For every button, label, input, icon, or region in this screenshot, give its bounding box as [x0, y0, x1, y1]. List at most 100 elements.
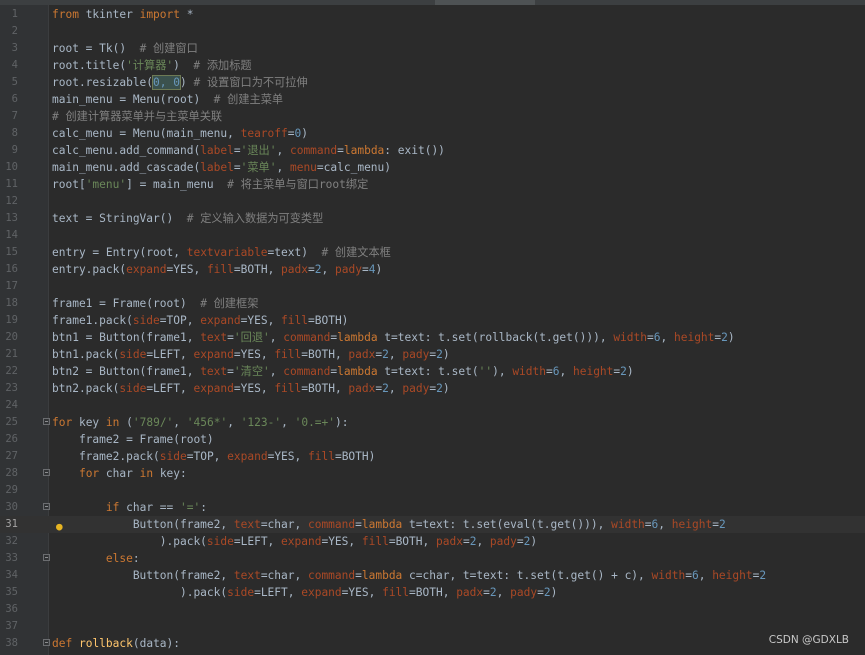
- line-number: 14: [5, 229, 18, 241]
- code-editor[interactable]: 1 from tkinter import * 2 3 root = Tk() # 创建…: [0, 6, 865, 652]
- parameter-token: width: [651, 569, 686, 582]
- code-text[interactable]: ).pack(side=LEFT, expand=YES, fill=BOTH,…: [52, 584, 557, 601]
- code-line[interactable]: 5 root.resizable(0, 0) # 设置窗口为不可拉伸: [0, 74, 865, 91]
- keyword-token: def: [52, 637, 73, 650]
- code-text[interactable]: btn1 = Button(frame1, text='回退', command…: [52, 329, 735, 346]
- code-text[interactable]: from tkinter import *: [52, 6, 193, 23]
- code-text[interactable]: # 创建计算器菜单并与主菜单关联: [52, 108, 222, 125]
- code-text[interactable]: Button(frame2, text=char, command=lambda…: [52, 516, 726, 533]
- code-line[interactable]: 2: [0, 23, 865, 40]
- fold-marker-icon[interactable]: [43, 469, 50, 476]
- fold-marker-icon[interactable]: [43, 418, 50, 425]
- code-text[interactable]: else:: [52, 550, 140, 567]
- parameter-token: expand: [126, 263, 167, 276]
- fold-marker-icon[interactable]: [43, 554, 50, 561]
- parameter-token: width: [613, 331, 647, 344]
- code-token: =: [483, 586, 490, 599]
- code-line[interactable]: 27 frame2.pack(side=TOP, expand=YES, fil…: [0, 448, 865, 465]
- code-line[interactable]: 15 entry = Entry(root, textvariable=text)…: [0, 244, 865, 261]
- code-text[interactable]: text = StringVar() # 定义输入数据为可变类型: [52, 210, 323, 227]
- code-line[interactable]: 19 frame1.pack(side=TOP, expand=YES, fill…: [0, 312, 865, 329]
- code-text[interactable]: root.title('计算器') # 添加标题: [52, 57, 252, 74]
- code-text[interactable]: btn2 = Button(frame1, text='清空', command…: [52, 363, 634, 380]
- editor-tab-strip[interactable]: [0, 0, 865, 5]
- code-line[interactable]: 37: [0, 618, 865, 635]
- code-line[interactable]: 18 frame1 = Frame(root) # 创建框架: [0, 295, 865, 312]
- editor-tab-active[interactable]: [435, 0, 535, 5]
- code-line[interactable]: 28 for char in key:: [0, 465, 865, 482]
- code-text[interactable]: root.resizable(0, 0) # 设置窗口为不可拉伸: [52, 74, 308, 91]
- line-number: 35: [5, 586, 18, 598]
- code-line[interactable]: 31 ● Button(frame2, text=char, command=la…: [0, 516, 865, 533]
- code-text[interactable]: Button(frame2, text=char, command=lambda…: [52, 567, 766, 584]
- parameter-token: height: [673, 331, 715, 344]
- code-line[interactable]: 11 root['menu'] = main_menu # 将主菜单与窗口root…: [0, 176, 865, 193]
- code-line[interactable]: 23 btn2.pack(side=LEFT, expand=YES, fill=…: [0, 380, 865, 397]
- code-line[interactable]: 10 main_menu.add_cascade(label='菜单', menu…: [0, 159, 865, 176]
- code-line[interactable]: 13 text = StringVar() # 定义输入数据为可变类型: [0, 210, 865, 227]
- code-line[interactable]: 14: [0, 227, 865, 244]
- code-text[interactable]: btn1.pack(side=LEFT, expand=YES, fill=BO…: [52, 346, 450, 363]
- parameter-token: command: [283, 331, 331, 344]
- code-line[interactable]: 6 main_menu = Menu(root) # 创建主菜单: [0, 91, 865, 108]
- code-line[interactable]: 34 Button(frame2, text=char, command=lam…: [0, 567, 865, 584]
- code-text[interactable]: frame1 = Frame(root) # 创建框架: [52, 295, 258, 312]
- code-line[interactable]: 24: [0, 397, 865, 414]
- keyword-token: lambda: [361, 569, 403, 582]
- code-token: ,: [227, 416, 241, 429]
- code-line[interactable]: 22 btn2 = Button(frame1, text='清空', comma…: [0, 363, 865, 380]
- code-text[interactable]: frame1.pack(side=TOP, expand=YES, fill=B…: [52, 312, 348, 329]
- code-text[interactable]: main_menu = Menu(root) # 创建主菜单: [52, 91, 283, 108]
- code-line[interactable]: 33 else:: [0, 550, 865, 567]
- parameter-token: expand: [193, 382, 234, 395]
- code-text[interactable]: calc_menu.add_command(label='退出', comman…: [52, 142, 445, 159]
- code-line[interactable]: 20 btn1 = Button(frame1, text='回退', comma…: [0, 329, 865, 346]
- code-text[interactable]: for key in ('789/', '456*', '123-', '0.=…: [52, 414, 349, 431]
- editor-tab[interactable]: [150, 0, 340, 5]
- code-text[interactable]: root['menu'] = main_menu # 将主菜单与窗口root绑定: [52, 176, 368, 193]
- code-token: =BOTH,: [301, 382, 349, 395]
- number-token: 2: [436, 382, 443, 395]
- code-line[interactable]: 35 ).pack(side=LEFT, expand=YES, fill=BO…: [0, 584, 865, 601]
- code-line[interactable]: 25 for key in ('789/', '456*', '123-', '0…: [0, 414, 865, 431]
- code-line[interactable]: 16 entry.pack(expand=YES, fill=BOTH, padx…: [0, 261, 865, 278]
- code-line[interactable]: 30 if char == '=':: [0, 499, 865, 516]
- comment-token: # 将主菜单与窗口root绑定: [227, 178, 369, 191]
- code-line[interactable]: 36: [0, 601, 865, 618]
- code-text[interactable]: root = Tk() # 创建窗口: [52, 40, 198, 57]
- code-line[interactable]: 3 root = Tk() # 创建窗口: [0, 40, 865, 57]
- code-text[interactable]: btn2.pack(side=LEFT, expand=YES, fill=BO…: [52, 380, 450, 397]
- code-text[interactable]: frame2 = Frame(root): [52, 431, 214, 448]
- code-line[interactable]: 38 def rollback(data):: [0, 635, 865, 652]
- parameter-token: label: [200, 144, 234, 157]
- code-token: frame1.pack(: [52, 314, 133, 327]
- code-line[interactable]: 26 frame2 = Frame(root): [0, 431, 865, 448]
- fold-marker-icon[interactable]: [43, 639, 50, 646]
- code-token: ): [442, 382, 450, 395]
- code-token: =text): [267, 246, 322, 259]
- code-line[interactable]: 17: [0, 278, 865, 295]
- code-line[interactable]: 8 calc_menu = Menu(main_menu, tearoff=0): [0, 125, 865, 142]
- code-text[interactable]: calc_menu = Menu(main_menu, tearoff=0): [52, 125, 308, 142]
- code-text[interactable]: entry = Entry(root, textvariable=text) #…: [52, 244, 391, 261]
- code-line[interactable]: 1 from tkinter import *: [0, 6, 865, 23]
- code-text[interactable]: for char in key:: [52, 465, 187, 482]
- code-text[interactable]: entry.pack(expand=YES, fill=BOTH, padx=2…: [52, 261, 382, 278]
- code-line[interactable]: 4 root.title('计算器') # 添加标题: [0, 57, 865, 74]
- code-text[interactable]: ).pack(side=LEFT, expand=YES, fill=BOTH,…: [52, 533, 537, 550]
- code-line[interactable]: 12: [0, 193, 865, 210]
- code-line[interactable]: 7 # 创建计算器菜单并与主菜单关联: [0, 108, 865, 125]
- code-text[interactable]: if char == '=':: [52, 499, 207, 516]
- fold-marker-icon[interactable]: [43, 503, 50, 510]
- code-text[interactable]: def rollback(data):: [52, 635, 180, 652]
- code-line[interactable]: 9 calc_menu.add_command(label='退出', comma…: [0, 142, 865, 159]
- code-token: calc_menu = Menu(main_menu,: [52, 127, 241, 140]
- code-text[interactable]: main_menu.add_cascade(label='菜单', menu=c…: [52, 159, 391, 176]
- code-line[interactable]: 21 btn1.pack(side=LEFT, expand=YES, fill=…: [0, 346, 865, 363]
- code-text[interactable]: frame2.pack(side=TOP, expand=YES, fill=B…: [52, 448, 375, 465]
- keyword-token: for: [78, 467, 100, 480]
- code-line[interactable]: 32 ).pack(side=LEFT, expand=YES, fill=BO…: [0, 533, 865, 550]
- code-token: ,: [559, 365, 573, 378]
- code-line[interactable]: 29: [0, 482, 865, 499]
- code-token: tkinter: [78, 8, 140, 21]
